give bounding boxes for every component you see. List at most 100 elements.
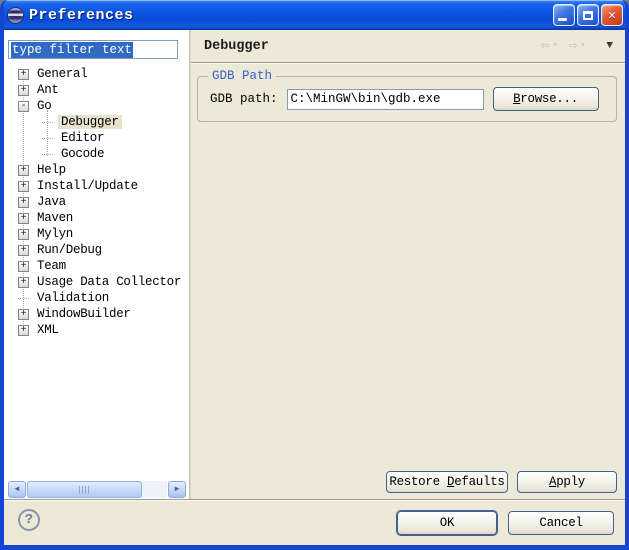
tree-item-run-debug[interactable]: + Run/Debug (4, 242, 189, 258)
maximize-button[interactable] (577, 4, 599, 26)
tree-expander-icon[interactable]: + (18, 181, 29, 192)
tree-item-ant[interactable]: + Ant (4, 82, 189, 98)
minimize-button[interactable] (553, 4, 575, 26)
scrollbar-track[interactable] (27, 481, 167, 498)
tree-item-label: Help (34, 163, 69, 177)
rd-post: efaults (454, 475, 504, 489)
tree-expander-icon[interactable]: + (18, 69, 29, 80)
tree-item-validation[interactable]: Validation (4, 290, 189, 306)
tree-expander-icon[interactable]: + (18, 229, 29, 240)
gdb-path-row: GDB path: Browse... (198, 77, 616, 121)
back-arrow-icon[interactable]: ⇦ (541, 39, 550, 54)
tree-leaf-stub (42, 122, 53, 123)
preference-page-panel: Debugger ⇦ ▾ ⇨ ▾ ▼ GDB Path GDB path: Br… (191, 30, 625, 500)
window-controls: ✕ (553, 4, 623, 26)
scroll-right-button[interactable]: ► (168, 481, 186, 498)
tree-expander-icon[interactable]: + (18, 197, 29, 208)
tree-item-xml[interactable]: + XML (4, 322, 189, 338)
tree-leaf-stub (42, 138, 53, 139)
ok-cancel-row: OK Cancel (397, 511, 614, 535)
dialog-body: type filter text +General+Ant-GoDebugger… (4, 30, 625, 500)
browse-label: rowse... (520, 92, 578, 106)
tree-item-label: Editor (58, 131, 107, 145)
tree-item-label: Run/Debug (34, 243, 105, 257)
tree-item-maven[interactable]: + Maven (4, 210, 189, 226)
tree-item-label: Gocode (58, 147, 107, 161)
ok-button[interactable]: OK (397, 511, 497, 535)
scroll-left-button[interactable]: ◄ (8, 481, 26, 498)
tree-item-java[interactable]: + Java (4, 194, 189, 210)
forward-arrow-icon[interactable]: ⇨ (569, 39, 578, 54)
tree-item-help[interactable]: + Help (4, 162, 189, 178)
tree-item-label: Java (34, 195, 69, 209)
horizontal-scrollbar[interactable]: ◄ ► (8, 481, 186, 498)
dialog-button-bar: ? OK Cancel (4, 499, 625, 545)
tree-leaf-stub (18, 298, 29, 299)
scrollbar-thumb[interactable] (27, 481, 142, 498)
tree-expander-icon[interactable]: + (18, 325, 29, 336)
tree-item-install-update[interactable]: + Install/Update (4, 178, 189, 194)
tree-expander-icon[interactable]: + (18, 277, 29, 288)
tree-item-editor[interactable]: Editor (4, 130, 189, 146)
tree-item-team[interactable]: + Team (4, 258, 189, 274)
close-icon: ✕ (608, 9, 616, 22)
filter-input[interactable]: type filter text (8, 40, 178, 59)
tree-item-general[interactable]: + General (4, 66, 189, 82)
rd-pre: Restore (389, 475, 447, 489)
tree-item-label: Install/Update (34, 179, 141, 193)
page-button-row: Restore Defaults Apply (386, 471, 617, 493)
categories-panel: type filter text +General+Ant-GoDebugger… (4, 30, 189, 500)
tree-expander-icon[interactable]: + (18, 213, 29, 224)
tree-item-label: Usage Data Collector (34, 275, 184, 289)
view-menu-icon[interactable]: ▼ (606, 41, 613, 52)
tree-expander-icon[interactable]: + (18, 85, 29, 96)
titlebar[interactable]: Preferences ✕ (0, 0, 629, 30)
tree-item-mylyn[interactable]: +Mylyn (4, 226, 189, 242)
restore-defaults-button[interactable]: Restore Defaults (386, 471, 508, 493)
close-button[interactable]: ✕ (601, 4, 623, 26)
scroll-right-icon: ► (175, 485, 180, 494)
cancel-button[interactable]: Cancel (508, 511, 614, 535)
tree-expander-icon[interactable]: - (18, 101, 29, 112)
tree-expander-icon[interactable]: + (18, 261, 29, 272)
tree-item-label: Ant (34, 83, 62, 97)
tree-leaf-stub (42, 154, 53, 155)
tree-item-go[interactable]: -Go (4, 98, 189, 114)
gdb-path-label: GDB path: (210, 92, 278, 106)
back-dropdown-icon[interactable]: ▾ (553, 42, 558, 50)
minimize-icon (558, 18, 567, 21)
filter-input-value: type filter text (11, 42, 133, 58)
apply-button[interactable]: Apply (517, 471, 617, 493)
page-header: Debugger ⇦ ▾ ⇨ ▾ ▼ (191, 30, 625, 63)
gdb-path-input[interactable] (287, 89, 484, 110)
forward-dropdown-icon[interactable]: ▾ (581, 42, 586, 50)
tree-item-label: Debugger (58, 115, 122, 129)
tree-expander-icon[interactable]: + (18, 165, 29, 176)
tree-item-usage-data-collector[interactable]: + Usage Data Collector (4, 274, 189, 290)
page-nav: ⇦ ▾ ⇨ ▾ ▼ (541, 39, 613, 54)
window-title: Preferences (29, 7, 134, 24)
tree-item-label: XML (34, 323, 62, 337)
tree-item-label: Go (34, 99, 54, 113)
tree-item-windowbuilder[interactable]: + WindowBuilder (4, 306, 189, 322)
tree-item-label: Team (34, 259, 69, 273)
apply-post: pply (556, 475, 585, 489)
preferences-tree: +General+Ant-GoDebuggerEditorGocode+Help… (4, 66, 189, 338)
eclipse-logo-icon (8, 8, 23, 23)
help-icon: ? (25, 512, 33, 528)
tree-item-debugger[interactable]: Debugger (4, 114, 189, 130)
tree-expander-icon[interactable]: + (18, 245, 29, 256)
tree-item-gocode[interactable]: Gocode (4, 146, 189, 162)
tree-item-label: General (34, 67, 90, 81)
browse-button[interactable]: Browse... (493, 87, 599, 111)
scroll-left-icon: ◄ (15, 485, 20, 494)
tree-item-label: Validation (34, 291, 112, 305)
page-title: Debugger (204, 39, 269, 54)
preferences-dialog: Preferences ✕ type filter text +General+… (0, 0, 629, 550)
help-button[interactable]: ? (18, 509, 40, 531)
maximize-icon (583, 11, 593, 20)
tree-item-label: Maven (34, 211, 76, 225)
tree-expander-icon[interactable]: + (18, 309, 29, 320)
tree-item-label: WindowBuilder (34, 307, 134, 321)
gdb-path-group: GDB Path GDB path: Browse... (197, 76, 617, 122)
